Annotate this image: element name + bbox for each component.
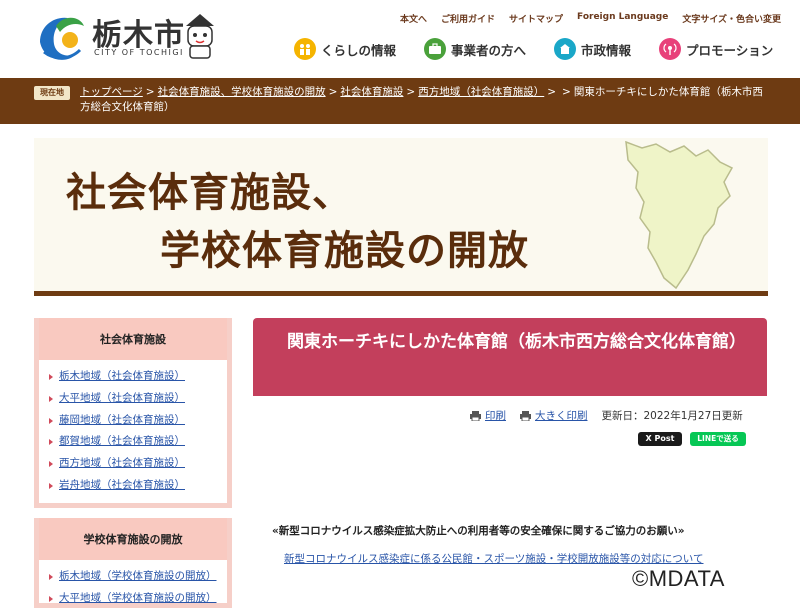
nav-promotion-label: プロモーション [686,42,774,58]
breadcrumb-link-top[interactable]: トップページ [80,86,143,98]
city-logo-icon[interactable] [34,12,86,62]
print-button[interactable]: 印刷 [470,408,506,423]
sidebar-section-school: 学校体育施設の開放 栃木地域（学校体育施設の開放） 大平地域（学校体育施設の開放… [34,518,232,608]
breadcrumb-link-facilities[interactable]: 社会体育施設、学校体育施設の開放 [158,86,326,98]
family-icon [294,38,316,60]
printer-icon [470,410,481,421]
sidebar-heading: 学校体育施設の開放 [39,518,227,560]
util-link-guide[interactable]: ご利用ガイド [441,12,495,25]
printer-icon [520,410,531,421]
updated-date: 更新日：2022年1月27日更新 [601,410,743,422]
nav-living-label: くらしの情報 [321,42,397,58]
sidebar-item-tsuga[interactable]: 都賀地域（社会体育施設） [49,431,227,453]
sidebar-item-nishikata[interactable]: 西方地域（社会体育施設） [49,453,227,475]
breadcrumb-link-nishikata[interactable]: 西方地域（社会体育施設） [418,86,544,98]
util-link-language[interactable]: Foreign Language [577,12,668,25]
large-print-button[interactable]: 大きく印刷 [520,408,588,423]
watermark: ©MDATA [632,566,725,591]
page-title: 関東ホーチキにしかた体育館（栃木市西方総合文化体育館） [287,332,746,352]
mascot-icon [186,14,214,59]
banner-title-line1: 社会体育施設、 [66,170,353,216]
city-hall-icon [554,38,577,60]
nav-city-label: 市政情報 [581,42,632,58]
nav-city[interactable]: 市政情報 [554,38,631,60]
current-location-badge: 現在地 [34,86,70,100]
sidebar-item-school-tochigi[interactable]: 栃木地域（学校体育施設の開放） [49,566,227,588]
banner-title-line2: 学校体育施設の開放 [160,228,529,274]
util-link-skip[interactable]: 本文へ [400,12,427,25]
nav-promotion[interactable]: プロモーション [659,38,773,60]
line-share-button[interactable]: LINEで送る [690,432,746,446]
x-post-button[interactable]: X Post [638,432,682,446]
sidebar-item-fujioka[interactable]: 藤岡地域（社会体育施設） [49,410,227,432]
broadcast-icon [659,38,682,60]
print-label: 印刷 [485,410,506,422]
logo-subtitle: CITY OF TOCHIGI [94,48,184,57]
large-print-label: 大きく印刷 [535,410,588,422]
sidebar-item-iwafune[interactable]: 岩舟地域（社会体育施設） [49,475,227,497]
nav-living[interactable]: くらしの情報 [294,38,396,60]
nav-business-label: 事業者の方へ [451,42,527,58]
banner-divider [34,291,768,296]
briefcase-icon [424,38,447,60]
breadcrumb-link-social[interactable]: 社会体育施設 [340,86,403,98]
page-tools: 印刷 大きく印刷 更新日：2022年1月27日更新 [470,408,743,423]
nav-business[interactable]: 事業者の方へ [424,38,526,60]
util-link-font-color[interactable]: 文字サイズ・色合い変更 [682,12,781,25]
city-map-icon [625,140,734,290]
sidebar-section-social: 社会体育施設 栃木地域（社会体育施設） 大平地域（社会体育施設） 藤岡地域（社会… [34,318,232,508]
utility-nav: 本文へ ご利用ガイド サイトマップ Foreign Language 文字サイズ… [400,12,781,25]
main-nav: くらしの情報 事業者の方へ 市政情報 プロモーション [294,38,773,60]
covid-notice-link[interactable]: 新型コロナウイルス感染症に係る公民館・スポーツ施設・学校開放施設等の対応について [284,551,703,566]
breadcrumb: トップページ > 社会体育施設、学校体育施設の開放 > 社会体育施設 > 西方地域（社会体育… [80,86,763,113]
sidebar-item-ohira[interactable]: 大平地域（社会体育施設） [49,388,227,410]
sidebar-item-tochigi[interactable]: 栃木地域（社会体育施設） [49,366,227,388]
sidebar-item-school-ohira[interactable]: 大平地域（学校体育施設の開放） [49,588,227,610]
sidebar-heading: 社会体育施設 [39,318,227,360]
covid-notice: «新型コロナウイルス感染症拡大防止への利用者等の安全確保に関するご協力のお願い» [272,525,685,537]
util-link-sitemap[interactable]: サイトマップ [509,12,563,25]
